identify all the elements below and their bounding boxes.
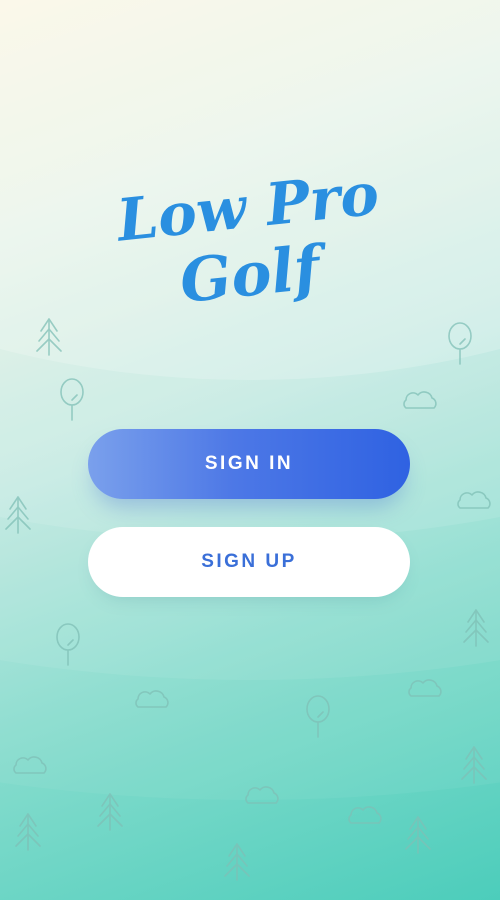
pine-tree-icon xyxy=(36,318,62,356)
round-tree-icon xyxy=(306,695,330,738)
pine-tree-icon xyxy=(405,816,431,854)
pine-tree-icon xyxy=(97,793,123,831)
cloud-icon xyxy=(13,756,47,774)
round-tree-icon xyxy=(60,378,84,421)
cloud-icon xyxy=(348,806,382,824)
cloud-icon xyxy=(408,679,442,697)
round-tree-icon xyxy=(56,623,80,666)
sign-up-button[interactable]: SIGN UP xyxy=(88,527,410,597)
logo-line-2: Golf xyxy=(177,232,333,315)
app-logo: Low Pro Golf xyxy=(112,165,382,315)
round-tree-icon xyxy=(448,322,472,365)
pine-tree-icon xyxy=(5,496,31,534)
pine-tree-icon xyxy=(461,746,487,784)
pine-tree-icon xyxy=(463,609,489,647)
pine-tree-icon xyxy=(15,813,41,851)
cloud-icon xyxy=(457,491,491,509)
pine-tree-icon xyxy=(224,843,250,881)
cloud-icon xyxy=(135,690,169,708)
cloud-icon xyxy=(403,391,437,409)
cloud-icon xyxy=(245,786,279,804)
login-screen: Low Pro Golf SIGN IN SIGN UP xyxy=(0,0,500,900)
sign-in-button[interactable]: SIGN IN xyxy=(88,429,410,499)
